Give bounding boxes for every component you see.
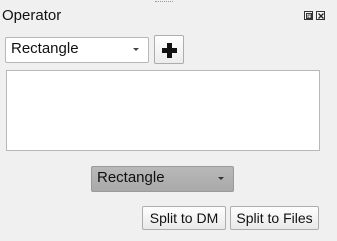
operator-type-select[interactable]: Rectangle — [5, 37, 149, 63]
plus-icon — [162, 43, 177, 58]
dock-grip[interactable] — [155, 1, 173, 4]
chevron-down-icon — [218, 177, 224, 180]
operator-list[interactable] — [6, 70, 320, 151]
chevron-down-icon — [133, 48, 139, 51]
split-to-files-button[interactable]: Split to Files — [230, 206, 319, 230]
split-to-dm-button[interactable]: Split to DM — [142, 206, 226, 230]
panel-title: Operator — [2, 7, 62, 24]
operator-type-value: Rectangle — [11, 40, 79, 57]
add-operator-button[interactable] — [154, 35, 184, 64]
shape-select[interactable]: Rectangle — [91, 166, 234, 192]
close-icon[interactable] — [316, 11, 325, 20]
operator-panel: Operator Rectangle Rectangle Split to DM… — [0, 0, 337, 241]
restore-icon[interactable] — [304, 11, 313, 20]
shape-select-value: Rectangle — [97, 169, 165, 186]
